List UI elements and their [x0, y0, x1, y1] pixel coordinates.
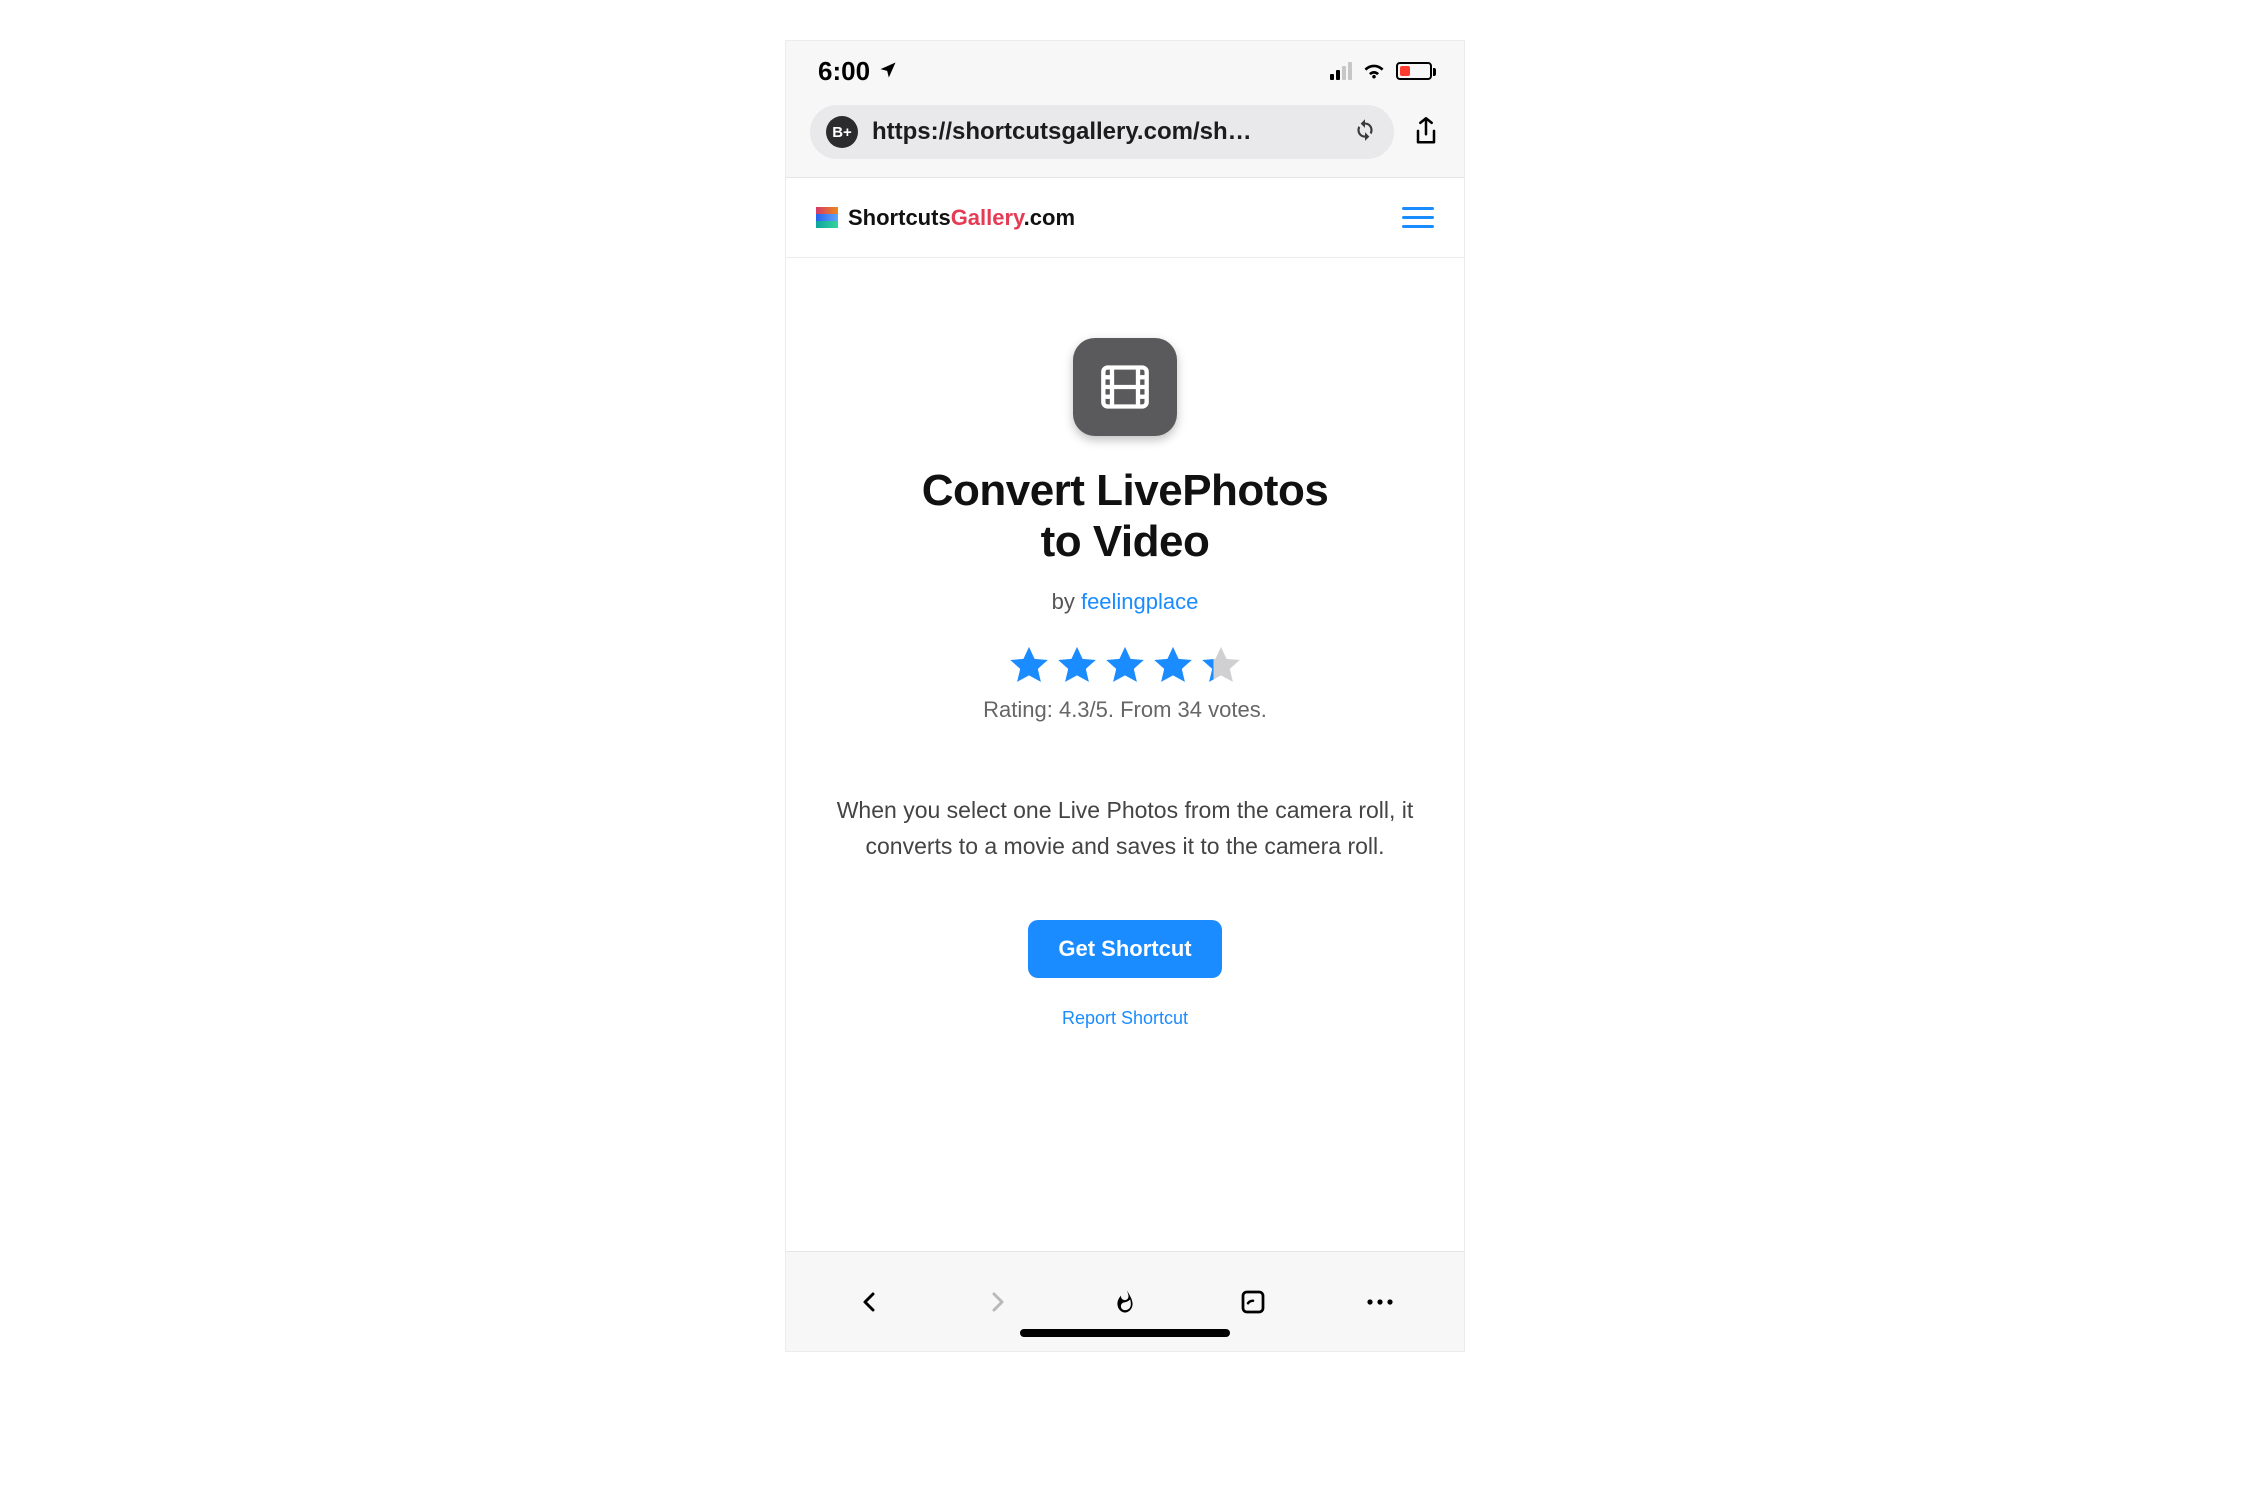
star-rating[interactable]	[826, 643, 1424, 689]
battery-icon	[1396, 62, 1432, 80]
browser-address-row: B+ https://shortcutsgallery.com/sh…	[786, 101, 1464, 178]
site-logo[interactable]: ShortcutsGallery.com	[816, 205, 1075, 231]
byline: by feelingplace	[826, 589, 1424, 615]
share-button[interactable]	[1412, 116, 1440, 148]
forward-button[interactable]	[979, 1284, 1015, 1320]
refresh-icon[interactable]	[1352, 116, 1378, 149]
phone-frame: 6:00 B+ https://shortcutsgallery.com/sh…	[785, 40, 1465, 1352]
wifi-icon	[1362, 56, 1386, 87]
shortcut-app-icon	[1073, 338, 1177, 436]
report-shortcut-link[interactable]: Report Shortcut	[826, 1008, 1424, 1029]
logo-mark-icon	[816, 207, 838, 229]
browser-toolbar	[786, 1251, 1464, 1351]
more-button[interactable]	[1362, 1284, 1398, 1320]
page-content: Convert LivePhotos to Video by feelingpl…	[786, 258, 1464, 1129]
get-shortcut-button[interactable]: Get Shortcut	[1028, 920, 1221, 978]
back-button[interactable]	[852, 1284, 888, 1320]
tabs-button[interactable]	[1235, 1284, 1271, 1320]
home-fire-button[interactable]	[1107, 1284, 1143, 1320]
home-indicator	[1020, 1329, 1230, 1337]
star-icon	[1054, 643, 1100, 689]
privacy-badge: B+	[826, 116, 858, 148]
menu-button[interactable]	[1402, 207, 1434, 228]
star-icon	[1006, 643, 1052, 689]
address-bar[interactable]: B+ https://shortcutsgallery.com/sh…	[810, 105, 1394, 159]
status-bar: 6:00	[786, 41, 1464, 101]
signal-icon	[1330, 62, 1352, 80]
star-icon	[1198, 643, 1244, 689]
star-icon	[1102, 643, 1148, 689]
page-title: Convert LivePhotos to Video	[826, 466, 1424, 567]
site-header: ShortcutsGallery.com	[786, 178, 1464, 258]
author-link[interactable]: feelingplace	[1081, 589, 1198, 614]
status-time: 6:00	[818, 56, 870, 87]
film-icon	[1099, 361, 1151, 413]
shortcut-description: When you select one Live Photos from the…	[826, 793, 1424, 864]
star-icon	[1150, 643, 1196, 689]
url-text: https://shortcutsgallery.com/sh…	[872, 118, 1338, 146]
rating-text: Rating: 4.3/5. From 34 votes.	[826, 697, 1424, 723]
logo-text: ShortcutsGallery.com	[848, 205, 1075, 231]
location-icon	[878, 56, 898, 87]
